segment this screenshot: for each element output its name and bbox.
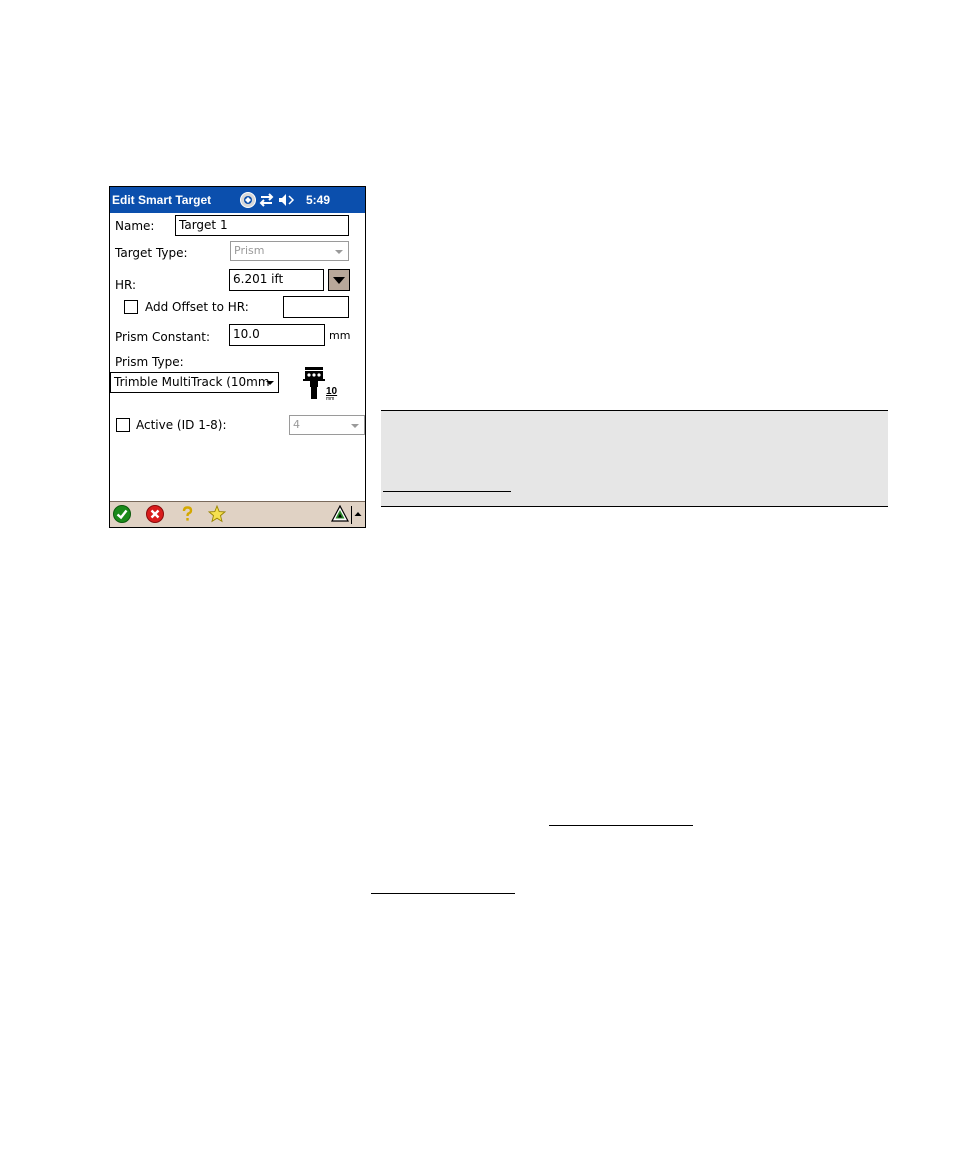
active-checkbox[interactable] [116, 418, 130, 432]
chevron-down-icon [266, 381, 274, 385]
status-icons [240, 192, 295, 208]
connectivity-icon[interactable] [259, 193, 274, 207]
target-type-value: Prism [234, 244, 265, 257]
window-title: Edit Smart Target [112, 193, 212, 207]
active-id-value: 4 [293, 418, 300, 431]
accept-icon[interactable] [113, 505, 131, 523]
clock[interactable]: 5:49 [306, 193, 330, 207]
prism-constant-unit: mm [329, 329, 351, 342]
device-screen: Edit Smart Target 5:49 Name: Target 1 Ta… [109, 186, 366, 528]
title-bar: Edit Smart Target 5:49 [110, 187, 365, 213]
gps-status-icon[interactable] [240, 192, 256, 208]
prism-type-select[interactable]: Trimble MultiTrack (10mm [110, 372, 279, 393]
name-label: Name: [115, 219, 155, 233]
multitrack-prism-icon: 10 mm [303, 367, 338, 401]
mode-triangle-icon[interactable] [331, 505, 349, 523]
speaker-muted-icon[interactable] [279, 194, 295, 206]
hr-label: HR: [115, 278, 137, 292]
prism-type-label: Prism Type: [115, 355, 184, 369]
link-underline [549, 825, 693, 826]
hr-dropdown-button[interactable] [328, 269, 350, 291]
hr-input[interactable]: 6.201 ift [229, 269, 324, 291]
link-underline [371, 893, 515, 894]
favorite-star-icon[interactable] [208, 505, 226, 523]
add-offset-input[interactable] [283, 296, 349, 318]
target-type-label: Target Type: [115, 246, 188, 260]
prism-constant-input[interactable]: 10.0 [229, 324, 325, 346]
chevron-down-icon [351, 424, 359, 428]
help-icon[interactable] [178, 505, 196, 523]
prism-type-value: Trimble MultiTrack (10mm [114, 375, 270, 389]
active-id-select[interactable]: 4 [289, 415, 365, 435]
target-type-select[interactable]: Prism [230, 241, 349, 261]
chevron-down-icon [335, 250, 343, 254]
triangle-down-icon [333, 277, 345, 284]
prism-constant-label: Prism Constant: [115, 330, 211, 344]
prism-icon-unit: mm [326, 396, 334, 401]
add-offset-checkbox[interactable] [124, 300, 138, 314]
toolbar-separator [351, 506, 352, 524]
note-link-rule [383, 491, 511, 492]
cancel-icon[interactable] [146, 505, 164, 523]
name-input[interactable]: Target 1 [175, 215, 349, 236]
up-arrow-icon[interactable] [353, 505, 363, 523]
add-offset-label: Add Offset to HR: [145, 300, 249, 314]
active-label: Active (ID 1-8): [136, 418, 227, 432]
command-bar [110, 501, 365, 527]
note-box [381, 410, 888, 507]
